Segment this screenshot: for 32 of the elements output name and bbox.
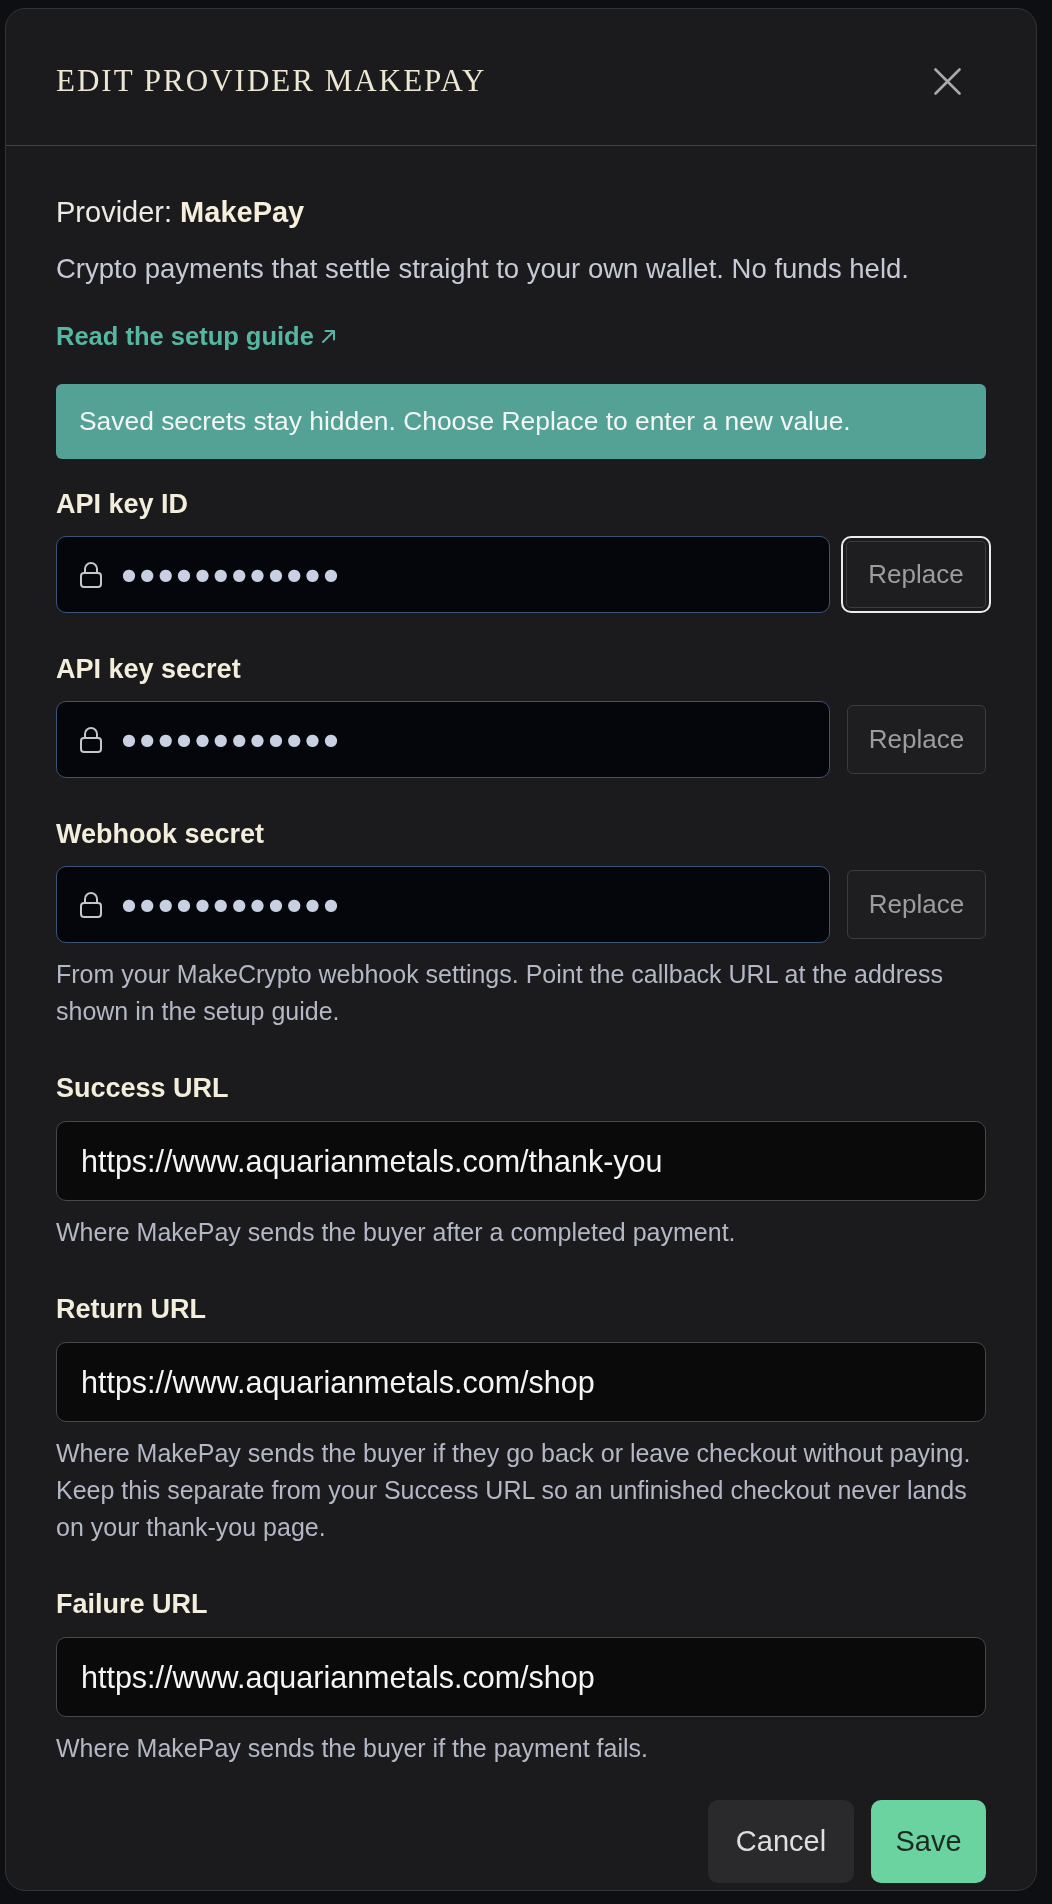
replace-button[interactable]: Replace xyxy=(841,536,991,613)
cancel-button[interactable]: Cancel xyxy=(708,1800,854,1883)
field-label: Webhook secret xyxy=(56,818,265,851)
field-label: Success URL xyxy=(56,1072,229,1105)
close-button[interactable] xyxy=(934,67,961,95)
secret-field[interactable]: ●●●●●●●●●●●● xyxy=(56,536,830,613)
replace-button[interactable]: Replace xyxy=(847,705,986,774)
replace-button[interactable]: Replace xyxy=(847,870,986,939)
provider-name: Provider: MakePay xyxy=(56,195,305,230)
secret-field[interactable]: ●●●●●●●●●●●● xyxy=(56,701,830,778)
field-label: API key ID xyxy=(56,488,189,521)
field-label: Failure URL xyxy=(56,1588,208,1621)
field-hint: Where MakePay sends the buyer after a completed payment. xyxy=(56,1217,737,1248)
field-hint: Where MakePay sends the buyer if the payment fails. xyxy=(56,1733,649,1764)
setup-guide-link[interactable]: Read the setup guide xyxy=(56,318,336,354)
field-label: API key secret xyxy=(56,653,241,686)
arrow-up-right-icon xyxy=(320,328,336,344)
url-field[interactable]: https://www.aquarianmetals.com/thank-you xyxy=(56,1121,986,1201)
notice-banner: Saved secrets stay hidden. Choose Replace to enter a new value. xyxy=(56,384,986,459)
field-hint: Where MakePay sends the buyer if they go back or leave checkout without paying. Keep this separate from your Success URL so an unfinished checkout never lands on your thank-you page. xyxy=(56,1438,972,1543)
field-label: Return URL xyxy=(56,1293,206,1326)
lock-icon xyxy=(79,561,103,588)
url-field[interactable]: https://www.aquarianmetals.com/shop xyxy=(56,1637,986,1717)
provider-description: Crypto payments that settle straight to your own wallet. No funds held. xyxy=(56,252,910,286)
lock-icon xyxy=(79,726,103,753)
save-button[interactable]: Save xyxy=(871,1800,986,1883)
secret-field[interactable]: ●●●●●●●●●●●● xyxy=(56,866,830,943)
dialog-title: EDIT PROVIDER MAKEPAY xyxy=(56,62,487,100)
field-hint: From your MakeCrypto webhook settings. Point the callback URL at the address shown in the setup guide. xyxy=(56,959,944,1027)
lock-icon xyxy=(79,891,103,918)
close-icon xyxy=(934,67,961,95)
url-field[interactable]: https://www.aquarianmetals.com/shop xyxy=(56,1342,986,1422)
